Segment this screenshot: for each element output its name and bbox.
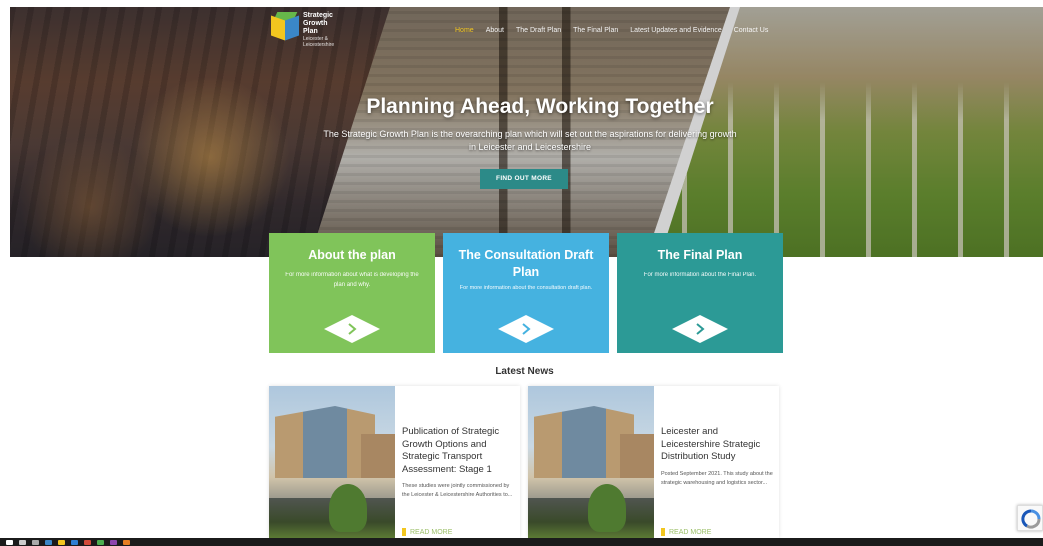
nav-final-plan[interactable]: The Final Plan [573, 27, 618, 34]
card-title: About the plan [308, 248, 396, 262]
page: Strategic Growth Plan Leicester & Leices… [0, 0, 1043, 546]
logo-line: Plan [303, 28, 318, 35]
read-more-link[interactable]: READ MORE [402, 528, 452, 536]
chevron-right-icon[interactable] [672, 315, 728, 343]
card-text: For more information about what is devel… [285, 272, 419, 288]
read-more-label: READ MORE [410, 528, 453, 536]
logo-line: Strategic [303, 12, 333, 19]
card-text: For more information about the Final Pla… [643, 272, 757, 278]
recaptcha-badge[interactable] [1017, 505, 1043, 531]
start-icon[interactable] [6, 539, 13, 545]
os-taskbar [0, 538, 1043, 546]
news-body: Publication of Strategic Growth Options … [395, 386, 520, 538]
nav-home[interactable]: Home [455, 27, 474, 34]
chevron-right-icon[interactable] [498, 315, 554, 343]
card-consultation-draft[interactable]: The Consultation Draft Plan For more inf… [443, 233, 609, 353]
feature-cards: About the plan For more information abou… [269, 233, 783, 353]
news-title[interactable]: Leicester and Leicestershire Strategic D… [661, 426, 773, 464]
logo-text: Strategic Growth Plan Leicester & Leices… [303, 12, 343, 48]
news-card[interactable]: Publication of Strategic Growth Options … [269, 386, 520, 538]
card-about-plan[interactable]: About the plan For more information abou… [269, 233, 435, 353]
browser-icon[interactable] [45, 539, 52, 545]
read-more-label: READ MORE [669, 528, 712, 536]
news-card[interactable]: Leicester and Leicestershire Strategic D… [528, 386, 779, 538]
card-title: The Consultation Draft Plan [458, 248, 594, 279]
app-icon[interactable] [123, 539, 130, 545]
app-icon[interactable] [84, 539, 91, 545]
app-icon[interactable] [97, 539, 104, 545]
news-title[interactable]: Publication of Strategic Growth Options … [402, 426, 514, 476]
logo-subline: Leicestershire [303, 42, 335, 48]
card-final-plan[interactable]: The Final Plan For more information abou… [617, 233, 783, 353]
card-text: For more information about the consultat… [459, 285, 593, 291]
read-more-link[interactable]: READ MORE [661, 528, 711, 536]
bookmark-icon [661, 528, 665, 536]
latest-news-heading: Latest News [495, 366, 554, 377]
news-list: Publication of Strategic Growth Options … [269, 386, 779, 538]
file-explorer-icon[interactable] [58, 539, 65, 545]
search-icon[interactable] [19, 539, 26, 545]
nav-latest-updates[interactable]: Latest Updates and Evidence [630, 27, 721, 34]
task-view-icon[interactable] [32, 539, 39, 545]
news-image[interactable] [528, 386, 654, 538]
logo-line: Growth [303, 20, 328, 27]
site-logo[interactable]: Strategic Growth Plan Leicester & Leices… [271, 12, 343, 48]
chevron-right-icon[interactable] [324, 315, 380, 343]
bookmark-icon [402, 528, 406, 536]
hero-title: Planning Ahead, Working Together [366, 95, 714, 118]
news-excerpt: These studies were jointly commissioned … [402, 483, 513, 498]
nav-contact[interactable]: Contact Us [734, 27, 769, 34]
app-icon[interactable] [110, 539, 117, 545]
news-excerpt: Posted September 2021. This study about … [661, 470, 773, 486]
find-out-more-button[interactable]: FIND OUT MORE [480, 169, 568, 189]
news-body: Leicester and Leicestershire Strategic D… [654, 386, 779, 538]
nav-about[interactable]: About [486, 27, 504, 34]
hero-subtitle: The Strategic Growth Plan is the overarc… [323, 129, 737, 152]
recaptcha-icon [1021, 509, 1041, 529]
logo-cube-icon [271, 12, 299, 44]
news-image[interactable] [269, 386, 395, 538]
main-nav: Home About The Draft Plan The Final Plan… [455, 27, 768, 34]
mail-icon[interactable] [71, 539, 78, 545]
nav-draft-plan[interactable]: The Draft Plan [516, 27, 561, 34]
card-title: The Final Plan [657, 248, 743, 262]
